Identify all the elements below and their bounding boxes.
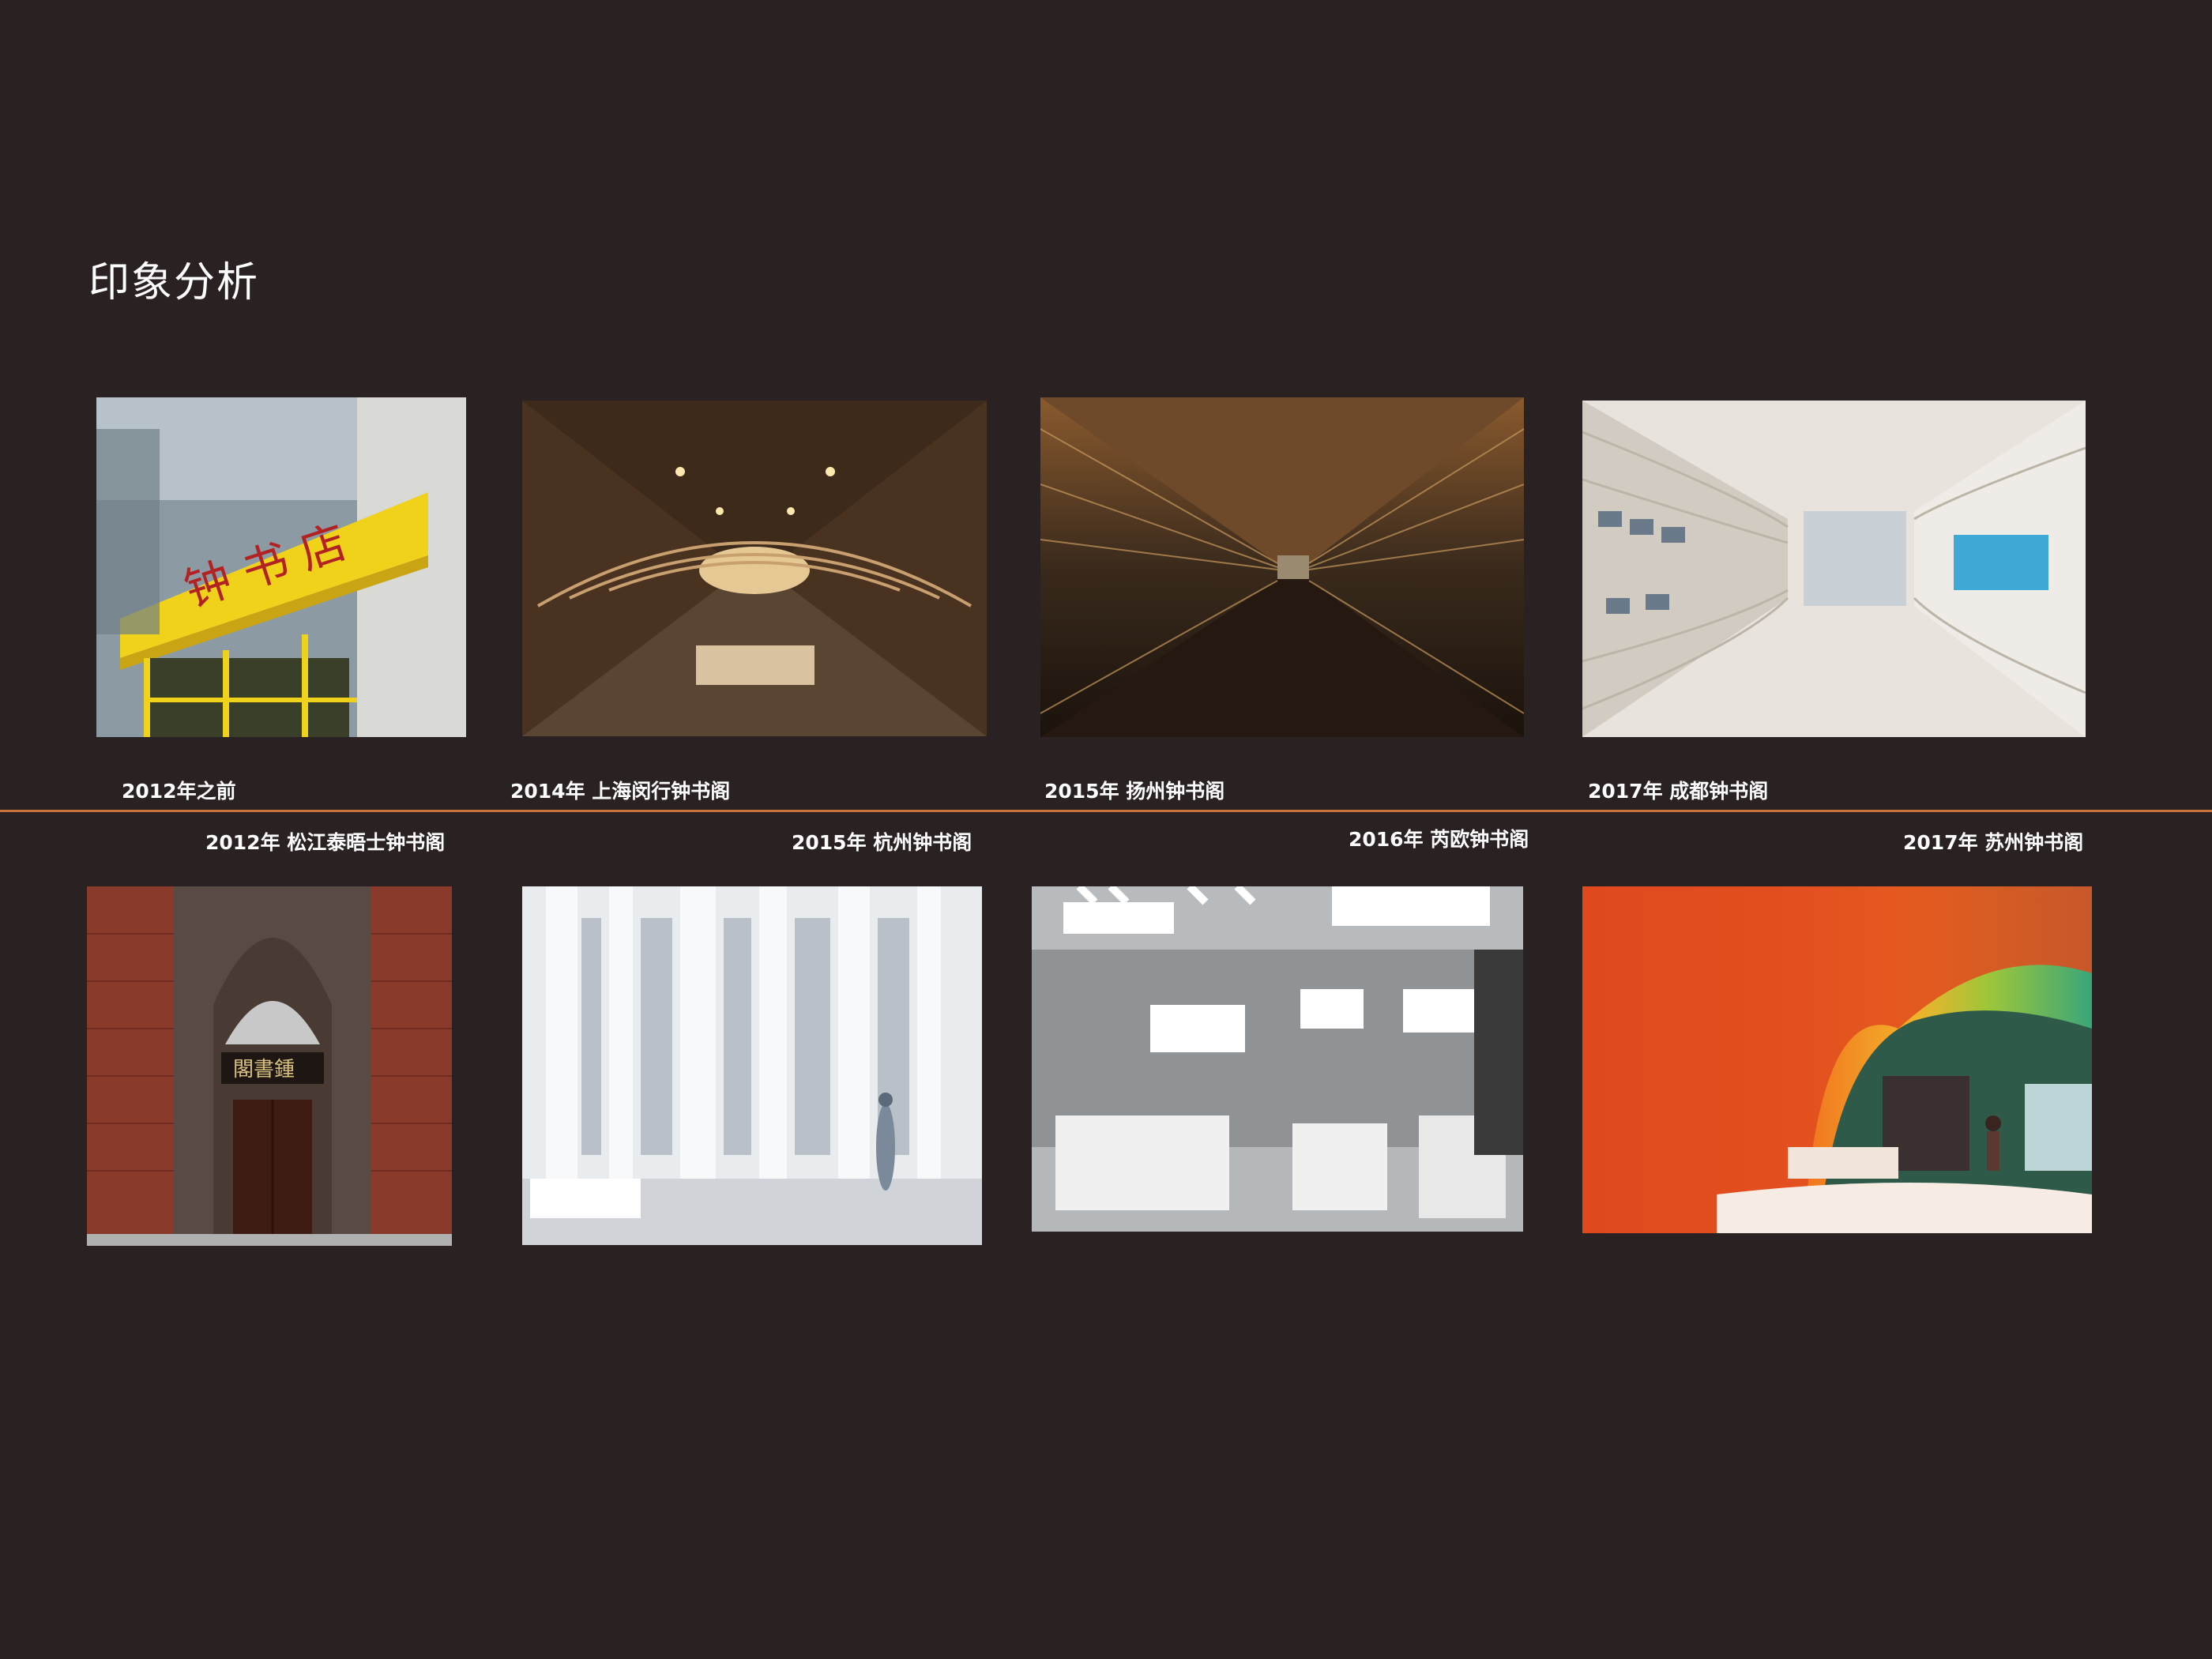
minhang-bookstore-photo — [522, 401, 987, 736]
caption-2012-before: 2012年之前 — [122, 780, 236, 803]
storefront-photo: 钟 书 店 — [96, 397, 466, 737]
reel-bookstore-photo — [1032, 886, 1523, 1232]
yangzhou-bookstore-photo — [1040, 397, 1524, 737]
suzhou-bookstore-photo — [1582, 886, 2092, 1233]
caption-2016-reel: 2016年 芮欧钟书阁 — [1349, 828, 1529, 851]
chengdu-bookstore-photo — [1582, 401, 2086, 737]
caption-2017-suzhou: 2017年 苏州钟书阁 — [1903, 831, 2084, 854]
caption-2012-songjiang: 2012年 松江泰晤士钟书阁 — [205, 831, 446, 854]
caption-2015-hangzhou: 2015年 杭州钟书阁 — [792, 831, 972, 854]
page-title: 印象分析 — [88, 259, 260, 307]
hangzhou-bookstore-photo — [522, 886, 982, 1245]
caption-2017-chengdu: 2017年 成都钟书阁 — [1588, 780, 1769, 803]
songjiang-bookstore-photo: 閣書鍾 — [87, 886, 452, 1246]
timeline-divider — [0, 810, 2212, 812]
caption-2014-minhang: 2014年 上海闵行钟书阁 — [510, 780, 731, 803]
caption-2015-yangzhou: 2015年 扬州钟书阁 — [1044, 780, 1225, 803]
svg-text:閣書鍾: 閣書鍾 — [233, 1058, 295, 1082]
